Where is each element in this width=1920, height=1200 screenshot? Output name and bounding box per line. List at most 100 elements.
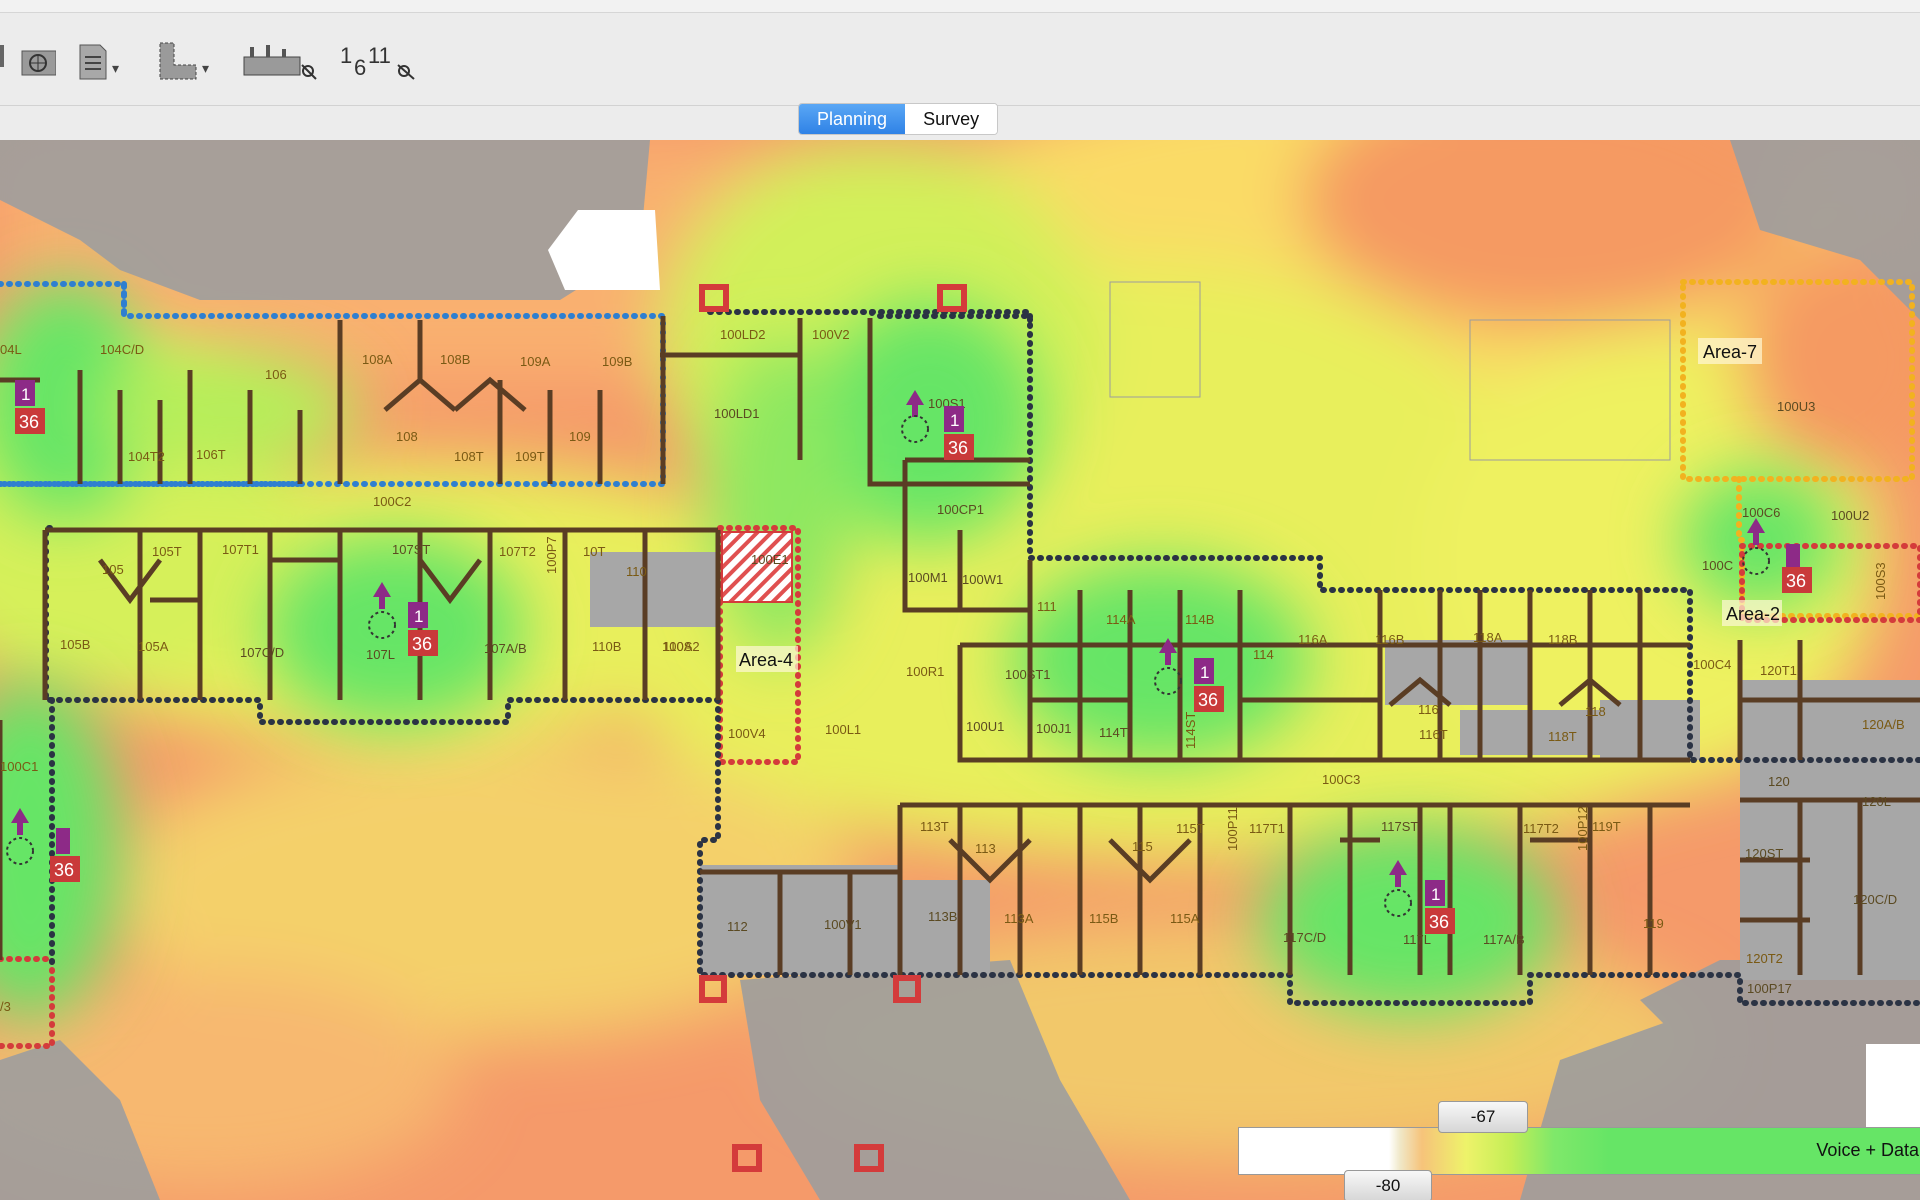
channel-1-label: 1	[340, 43, 352, 68]
zoom-floor-icon	[0, 45, 56, 76]
svg-text:120T1: 120T1	[1760, 663, 1797, 678]
svg-text:116B: 116B	[1375, 632, 1404, 647]
svg-text:36: 36	[412, 634, 432, 654]
area-label-2: Area-2	[1726, 604, 1780, 624]
wall-tool-icon	[159, 42, 197, 80]
svg-text:113: 113	[975, 841, 996, 856]
heatmap-svg[interactable]: 04L 104C/D 106 108A 108B 109A 109B 100LD…	[0, 140, 1920, 1200]
svg-text:100C6: 100C6	[1742, 505, 1780, 520]
svg-text:104T2: 104T2	[128, 449, 165, 464]
svg-text:115T: 115T	[1176, 821, 1205, 836]
svg-text:107A/B: 107A/B	[484, 641, 527, 656]
tab-survey[interactable]: Survey	[905, 104, 998, 134]
area-label-4: Area-4	[739, 650, 793, 670]
svg-text:1: 1	[950, 411, 959, 430]
svg-text:115: 115	[1132, 839, 1153, 854]
toolbar: ▾ ▾ 1 6 11	[0, 13, 1920, 106]
svg-text:105T: 105T	[152, 544, 182, 559]
report-icon	[79, 44, 107, 80]
svg-text:100L1: 100L1	[825, 722, 861, 737]
svg-text:100E1: 100E1	[751, 552, 789, 567]
wall-tool-button[interactable]: ▾	[158, 33, 218, 89]
report-menu-arrow-icon[interactable]: ▾	[112, 60, 119, 77]
legend-label: Voice + Data	[1816, 1140, 1919, 1160]
svg-text:100P17: 100P17	[1747, 981, 1792, 996]
zoom-floor-button[interactable]	[0, 33, 60, 89]
svg-text:120A/B: 120A/B	[1862, 717, 1905, 732]
svg-text:1: 1	[21, 385, 30, 404]
svg-text:110B: 110B	[592, 639, 621, 654]
svg-text:119T: 119T	[1592, 819, 1621, 834]
svg-text:112: 112	[727, 919, 748, 934]
channel-6-label: 6	[354, 55, 366, 80]
tab-planning[interactable]: Planning	[799, 104, 906, 134]
svg-text:100R1: 100R1	[906, 664, 944, 679]
svg-text:1: 1	[1200, 663, 1209, 682]
svg-text:119: 119	[1643, 916, 1664, 931]
svg-text:100C: 100C	[1702, 558, 1733, 573]
svg-text:100J1: 100J1	[1036, 721, 1071, 736]
svg-text:36: 36	[19, 412, 39, 432]
svg-text:113T: 113T	[920, 819, 949, 834]
svg-text:100P12: 100P12	[1575, 806, 1590, 851]
svg-text:107L: 107L	[366, 647, 395, 662]
svg-text:109A: 109A	[520, 354, 551, 369]
planner-window: ▾ ▾ 1 6 11 Planning Survey 04L 104C/D 10…	[0, 0, 1920, 1200]
svg-text:100V1: 100V1	[824, 917, 862, 932]
svg-text:115A: 115A	[1170, 911, 1200, 926]
svg-text:100LD2: 100LD2	[720, 327, 766, 342]
svg-text:100U1: 100U1	[966, 719, 1004, 734]
svg-text:36: 36	[1429, 912, 1449, 932]
svg-text:100LD1: 100LD1	[714, 406, 760, 421]
svg-text:109T: 109T	[515, 449, 545, 464]
auto-place-ap-icon	[243, 45, 317, 80]
svg-text:1: 1	[414, 607, 423, 626]
svg-text:108T: 108T	[454, 449, 484, 464]
svg-text:100C4: 100C4	[1693, 657, 1731, 672]
svg-text:116A: 116A	[1298, 632, 1328, 647]
svg-text:111: 111	[1037, 599, 1057, 614]
svg-text:106: 106	[265, 367, 287, 382]
svg-text:36: 36	[1198, 690, 1218, 710]
svg-text:100CP1: 100CP1	[937, 502, 984, 517]
area-label-7: Area-7	[1703, 342, 1757, 362]
svg-text:100C3: 100C3	[1322, 772, 1360, 787]
auto-place-ap-button[interactable]	[242, 33, 322, 89]
svg-text:114ST: 114ST	[1183, 712, 1198, 749]
svg-text:117A/B: 117A/B	[1483, 932, 1525, 947]
svg-text:117T2: 117T2	[1523, 821, 1559, 836]
svg-text:117L: 117L	[1403, 932, 1431, 947]
svg-text:100W1: 100W1	[962, 572, 1003, 587]
svg-text:120L: 120L	[1862, 794, 1891, 809]
svg-text:113A: 113A	[1004, 911, 1034, 926]
auto-channel-button[interactable]: 1 6 11	[340, 33, 420, 89]
svg-text:100S3: 100S3	[1873, 562, 1888, 600]
svg-text:108: 108	[396, 429, 418, 444]
svg-text:118T: 118T	[1548, 729, 1577, 744]
mode-tabs: Planning Survey	[798, 103, 999, 135]
floor-plan-canvas[interactable]: 04L 104C/D 106 108A 108B 109A 109B 100LD…	[0, 140, 1920, 1200]
svg-text:109: 109	[569, 429, 591, 444]
report-button[interactable]: ▾	[78, 33, 128, 89]
svg-text:117ST: 117ST	[1381, 819, 1418, 834]
void-shape-right	[1866, 1044, 1920, 1134]
svg-text:105A: 105A	[138, 639, 169, 654]
svg-text:105B: 105B	[60, 637, 90, 652]
svg-text:114T: 114T	[1099, 725, 1128, 740]
svg-text:107T1: 107T1	[222, 542, 259, 557]
svg-text:1: 1	[1431, 885, 1440, 904]
svg-text:108A: 108A	[362, 352, 393, 367]
svg-text:100C2: 100C2	[373, 494, 411, 509]
svg-text:106T: 106T	[196, 447, 226, 462]
svg-text:113B: 113B	[928, 909, 957, 924]
svg-text:117C/D: 117C/D	[1283, 930, 1326, 945]
svg-text:100U3: 100U3	[1777, 399, 1815, 414]
svg-text:105: 105	[102, 562, 124, 577]
wall-tool-menu-arrow-icon[interactable]: ▾	[202, 60, 209, 77]
svg-text:118A: 118A	[1473, 630, 1503, 645]
svg-text:108B: 108B	[440, 352, 470, 367]
upper-threshold-slider[interactable]: -67	[1438, 1101, 1528, 1133]
svg-text:116: 116	[1418, 702, 1439, 717]
svg-text:100V4: 100V4	[728, 726, 766, 741]
lower-threshold-slider[interactable]: -80	[1344, 1170, 1432, 1200]
